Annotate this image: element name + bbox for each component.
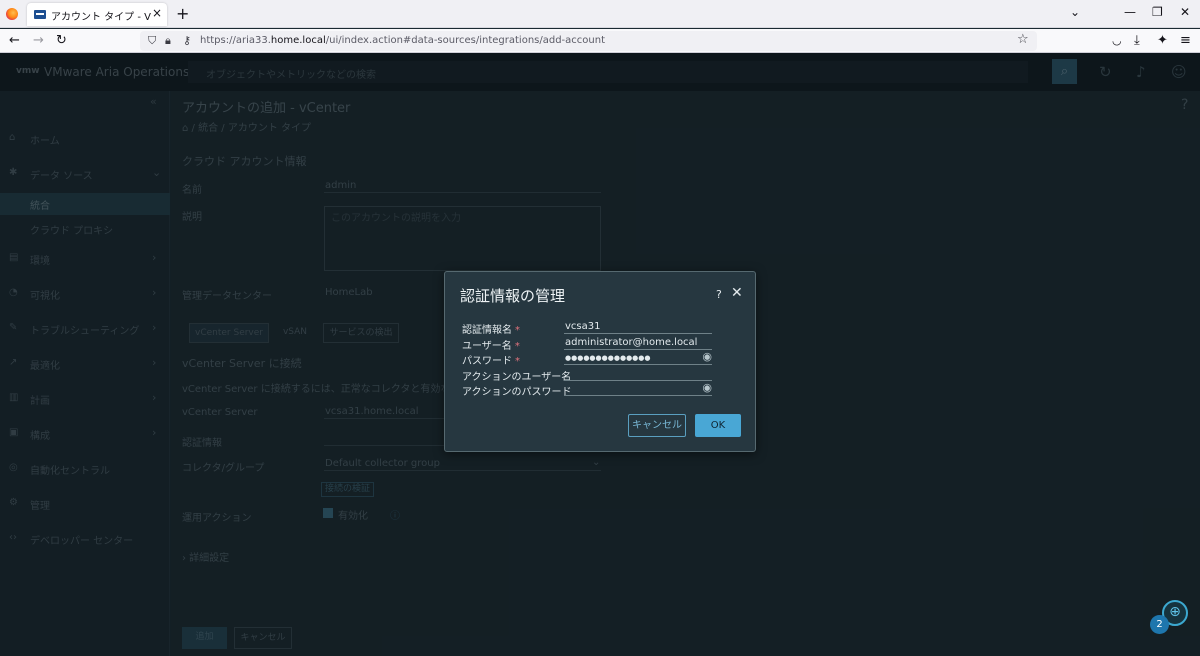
credential-dialog: 認証情報の管理 ? ✕ 認証情報名* ユーザー名* パスワード* ◉ アクション… bbox=[444, 271, 756, 452]
eye-icon[interactable]: ◉ bbox=[702, 350, 712, 363]
menu-icon[interactable]: ≡ bbox=[1180, 33, 1191, 48]
new-tab-button[interactable]: + bbox=[176, 4, 189, 23]
back-icon[interactable]: ← bbox=[9, 33, 20, 48]
browser-tabbar: アカウント タイプ - VMware Aria O × + ⌄ — ❐ ✕ bbox=[0, 0, 1200, 28]
browser-tab[interactable]: アカウント タイプ - VMware Aria O × bbox=[27, 3, 167, 26]
vmware-favicon-icon bbox=[34, 10, 46, 19]
forward-icon[interactable]: → bbox=[33, 33, 44, 48]
credential-name-input[interactable] bbox=[564, 320, 712, 333]
bookmark-star-icon[interactable]: ☆ bbox=[1017, 32, 1029, 47]
firefox-icon[interactable] bbox=[6, 8, 18, 20]
key-icon[interactable]: ⚷ bbox=[183, 34, 191, 47]
password-input[interactable] bbox=[564, 351, 712, 364]
action-password-field[interactable]: ◉ bbox=[564, 381, 712, 396]
close-icon[interactable]: ✕ bbox=[731, 285, 743, 301]
credential-name-label: 認証情報名 * bbox=[462, 325, 520, 336]
action-password-input[interactable] bbox=[564, 382, 712, 395]
help-icon[interactable]: ? bbox=[716, 288, 722, 301]
restore-button[interactable]: ❐ bbox=[1152, 5, 1163, 19]
pocket-icon[interactable]: ◡ bbox=[1112, 34, 1122, 47]
lock-icon[interactable]: 🔒︎ bbox=[165, 34, 171, 48]
tab-title: アカウント タイプ - VMware Aria O bbox=[51, 12, 151, 23]
action-username-label: アクションのユーザー名 bbox=[462, 372, 572, 383]
dialog-title: 認証情報の管理 bbox=[460, 287, 566, 305]
shield-icon[interactable]: ⛉ bbox=[148, 34, 156, 48]
action-password-label: アクションのパスワード bbox=[462, 387, 572, 398]
password-field[interactable]: ◉ bbox=[564, 350, 712, 365]
downloads-icon[interactable]: ⤓ bbox=[1134, 33, 1140, 48]
reload-icon[interactable]: ↻ bbox=[56, 33, 67, 48]
url-bar[interactable]: ⛉ 🔒︎ ⚷ https://aria33.home.local/ui/inde… bbox=[140, 31, 1037, 51]
tab-list-icon[interactable]: ⌄ bbox=[1070, 5, 1080, 19]
close-window-button[interactable]: ✕ bbox=[1180, 5, 1190, 19]
extensions-icon[interactable]: ✦ bbox=[1157, 33, 1168, 48]
eye-icon[interactable]: ◉ bbox=[702, 381, 712, 394]
action-username-field[interactable] bbox=[564, 367, 712, 381]
password-label: パスワード * bbox=[462, 356, 520, 367]
minimize-button[interactable]: — bbox=[1124, 5, 1136, 19]
username-field[interactable] bbox=[564, 336, 712, 350]
action-username-input[interactable] bbox=[564, 367, 712, 380]
dialog-cancel-button[interactable]: キャンセル bbox=[628, 414, 686, 437]
notification-badge: 2 bbox=[1150, 615, 1169, 634]
tab-close-icon[interactable]: × bbox=[152, 6, 162, 20]
browser-navbar: ← → ↻ ⛉ 🔒︎ ⚷ https://aria33.home.local/u… bbox=[0, 29, 1200, 53]
url-text[interactable]: https://aria33.home.local/ui/index.actio… bbox=[200, 35, 605, 46]
username-input[interactable] bbox=[564, 336, 712, 349]
credential-name-field[interactable] bbox=[564, 320, 712, 334]
dialog-ok-button[interactable]: OK bbox=[695, 414, 741, 437]
username-label: ユーザー名 * bbox=[462, 341, 520, 352]
